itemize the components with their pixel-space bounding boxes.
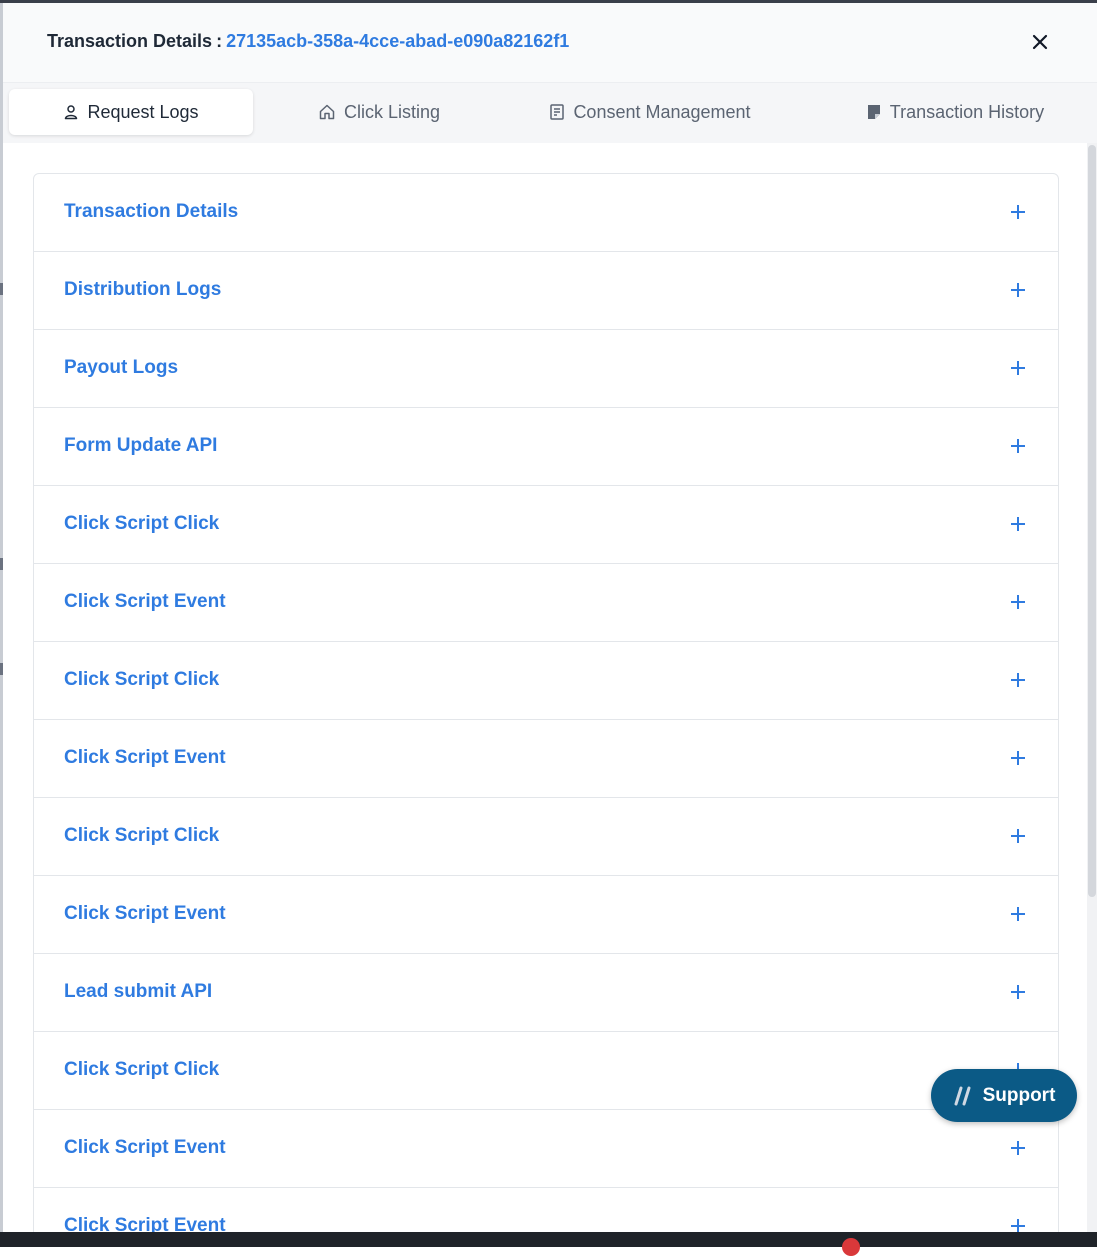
tab-request-logs[interactable]: Request Logs: [9, 89, 253, 135]
accordion-item[interactable]: Click Script Click: [34, 642, 1058, 720]
note-icon: [867, 105, 880, 119]
home-icon: [319, 104, 335, 120]
accordion-item[interactable]: Click Script Event: [34, 564, 1058, 642]
tab-label: Request Logs: [87, 101, 199, 122]
tab-bar: Request Logs Click Listing Consent Manag…: [3, 83, 1097, 143]
accordion-item[interactable]: Click Script Event: [34, 876, 1058, 954]
accordion-item-label: Click Script Click: [64, 513, 220, 534]
notification-badge-icon: [842, 1238, 860, 1256]
plus-icon: [1011, 361, 1025, 375]
accordion-item-label: Click Script Click: [64, 1059, 220, 1080]
accordion-item[interactable]: Click Script Click: [34, 1032, 1058, 1110]
accordion-item-label: Lead submit API: [64, 981, 213, 1002]
accordion-item[interactable]: Click Script Event: [34, 720, 1058, 798]
close-button[interactable]: [1028, 30, 1052, 54]
plus-icon: [1011, 283, 1025, 297]
accordion-item[interactable]: Click Script Click: [34, 486, 1058, 564]
accordion-item[interactable]: Payout Logs: [34, 330, 1058, 408]
plus-icon: [1011, 985, 1025, 999]
accordion-item-label: Click Script Event: [64, 747, 226, 768]
modal-title-separator: :: [216, 31, 223, 51]
accordion-item-label: Click Script Click: [64, 825, 220, 846]
vertical-scrollbar[interactable]: [1087, 143, 1097, 1232]
accordion-item[interactable]: Distribution Logs: [34, 252, 1058, 330]
accordion-item[interactable]: Transaction Details: [34, 174, 1058, 252]
plus-icon: [1011, 829, 1025, 843]
accordion-item-label: Transaction Details: [64, 201, 239, 222]
plus-icon: [1011, 595, 1025, 609]
support-slash-icon: [954, 1086, 971, 1105]
close-icon: [1032, 34, 1048, 50]
modal-title: Transaction Details:27135acb-358a-4cce-a…: [47, 31, 569, 52]
plus-icon: [1011, 1219, 1025, 1232]
accordion-item-label: Form Update API: [64, 435, 218, 456]
transaction-details-modal: Transaction Details:27135acb-358a-4cce-a…: [3, 3, 1097, 1232]
plus-icon: [1011, 205, 1025, 219]
support-button[interactable]: Support: [931, 1069, 1077, 1122]
request-logs-panel: Transaction Details Distribution Logs Pa…: [3, 143, 1097, 1232]
accordion-item[interactable]: Click Script Event: [34, 1188, 1058, 1232]
accordion-item[interactable]: Click Script Event: [34, 1110, 1058, 1188]
request-logs-accordion: Transaction Details Distribution Logs Pa…: [33, 173, 1059, 1232]
accordion-item-label: Click Script Event: [64, 903, 226, 924]
tab-label: Consent Management: [573, 101, 751, 122]
accordion-item-label: Distribution Logs: [64, 279, 222, 300]
tab-click-listing[interactable]: Click Listing: [279, 89, 479, 135]
user-icon: [65, 105, 78, 120]
modal-header: Transaction Details:27135acb-358a-4cce-a…: [3, 3, 1097, 83]
plus-icon: [1011, 673, 1025, 687]
tab-label: Click Listing: [343, 101, 441, 122]
accordion-item-label: Click Script Event: [64, 1137, 226, 1158]
plus-icon: [1011, 907, 1025, 921]
support-label: Support: [982, 1084, 1056, 1106]
accordion-item[interactable]: Form Update API: [34, 408, 1058, 486]
os-taskbar: [0, 1232, 1097, 1256]
accordion-item[interactable]: Lead submit API: [34, 954, 1058, 1032]
accordion-item-label: Click Script Event: [64, 1215, 226, 1232]
accordion-item-label: Payout Logs: [64, 357, 179, 378]
accordion-item-label: Click Script Event: [64, 591, 226, 612]
tab-consent-management[interactable]: Consent Management: [515, 89, 785, 135]
accordion-item-label: Click Script Click: [64, 669, 220, 690]
scrollbar-thumb[interactable]: [1088, 145, 1096, 897]
tab-transaction-history[interactable]: Transaction History: [835, 89, 1075, 135]
receipt-icon: [550, 104, 565, 120]
plus-icon: [1011, 439, 1025, 453]
modal-title-label: Transaction Details: [47, 31, 213, 51]
tab-label: Transaction History: [889, 101, 1045, 122]
accordion-item[interactable]: Click Script Click: [34, 798, 1058, 876]
transaction-id: 27135acb-358a-4cce-abad-e090a82162f1: [226, 31, 570, 51]
plus-icon: [1011, 751, 1025, 765]
plus-icon: [1011, 517, 1025, 531]
plus-icon: [1011, 1141, 1025, 1155]
